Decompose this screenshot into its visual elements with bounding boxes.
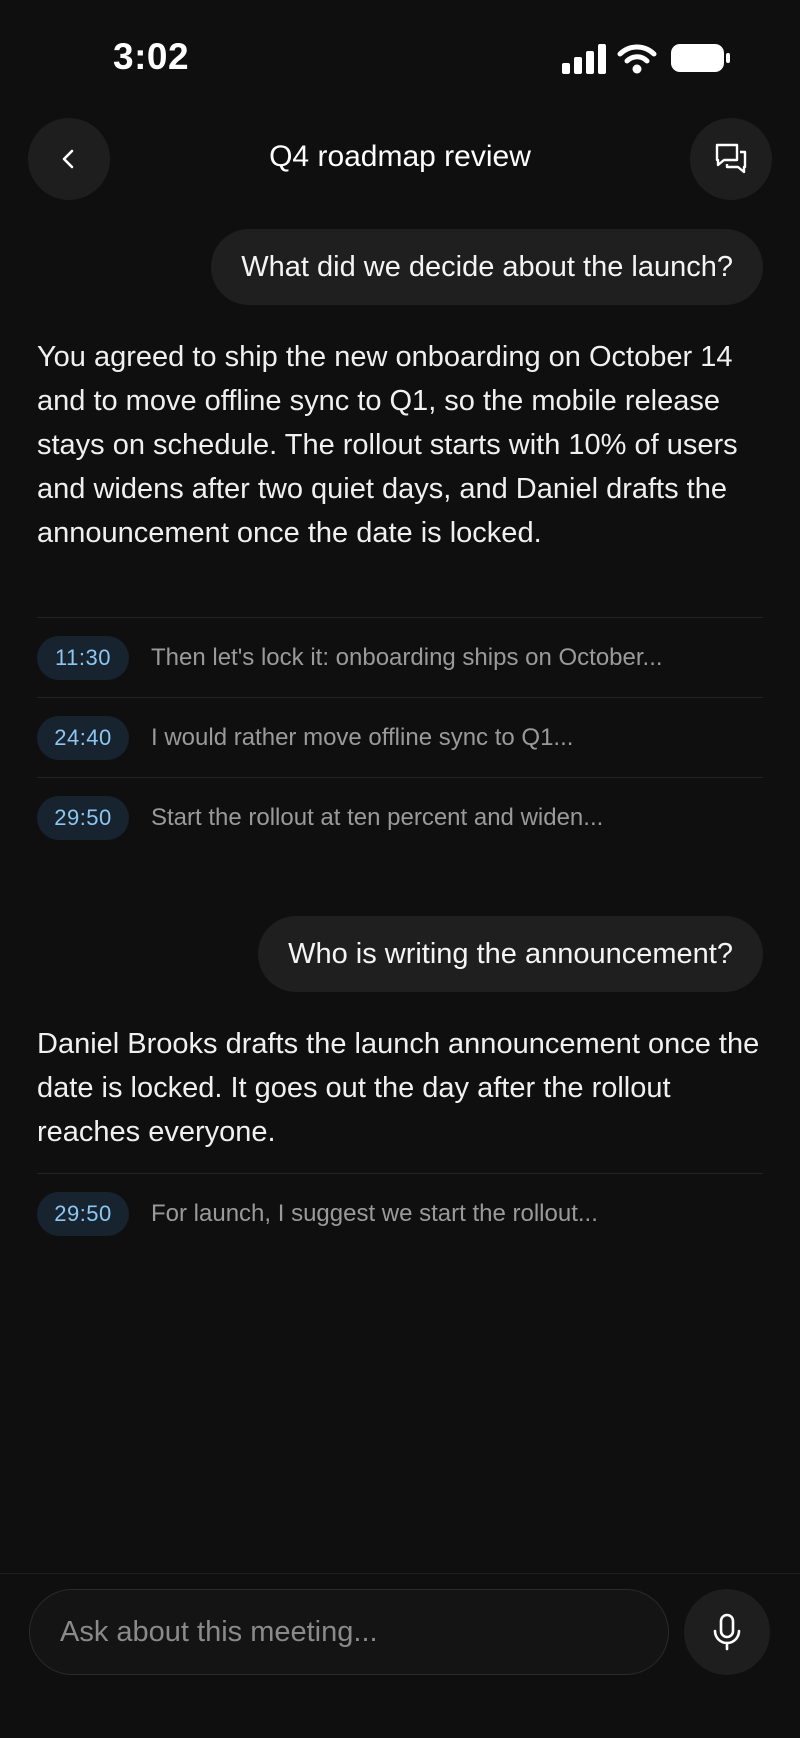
source-quote: For launch, I suggest we start the rollo… (151, 1199, 598, 1227)
signal-icon (562, 44, 606, 74)
status-time: 3:02 (113, 36, 190, 77)
microphone-icon (713, 1613, 741, 1651)
timestamp-chip[interactable]: 11:30 (37, 635, 129, 680)
back-button[interactable] (28, 118, 110, 200)
timestamp-chip[interactable]: 24:40 (37, 715, 129, 760)
chevron-left-icon (62, 149, 74, 169)
source-item[interactable]: 29:50 Start the rollout at ten percent a… (37, 777, 763, 857)
source-quote: Start the rollout at ten percent and wid… (151, 803, 604, 831)
source-list: 11:30 Then let's lock it: onboarding shi… (37, 617, 763, 857)
source-item[interactable]: 29:50 For launch, I suggest we start the… (37, 1173, 763, 1253)
timestamp-chip[interactable]: 29:50 (37, 795, 129, 840)
source-list: 29:50 For launch, I suggest we start the… (37, 1173, 763, 1253)
source-item[interactable]: 24:40 I would rather move offline sync t… (37, 697, 763, 777)
page-title: Q4 roadmap review (269, 140, 531, 173)
user-question-bubble: Who is writing the announcement? (258, 916, 763, 992)
battery-icon (671, 44, 730, 72)
chats-button[interactable] (690, 118, 772, 200)
assistant-answer: You agreed to ship the new onboarding on… (37, 341, 738, 549)
wifi-icon (617, 44, 657, 74)
assistant-answer: Daniel Brooks drafts the launch announce… (37, 1028, 760, 1148)
timestamp-chip[interactable]: 29:50 (37, 1191, 129, 1236)
status-bar: 3:02 (0, 0, 800, 110)
header: Q4 roadmap review (0, 118, 800, 200)
user-question-bubble: What did we decide about the launch? (211, 229, 763, 305)
mic-button[interactable] (684, 1589, 770, 1675)
source-quote: I would rather move offline sync to Q1..… (151, 723, 574, 751)
source-quote: Then let's lock it: onboarding ships on … (151, 643, 663, 671)
composer-divider (0, 1573, 800, 1574)
meeting-chat-screen: 3:02 Q4 roadmap review What did we decid… (0, 0, 800, 1738)
source-item[interactable]: 11:30 Then let's lock it: onboarding shi… (37, 617, 763, 697)
ask-input[interactable] (29, 1589, 669, 1675)
chat-bubbles-icon (715, 143, 747, 174)
